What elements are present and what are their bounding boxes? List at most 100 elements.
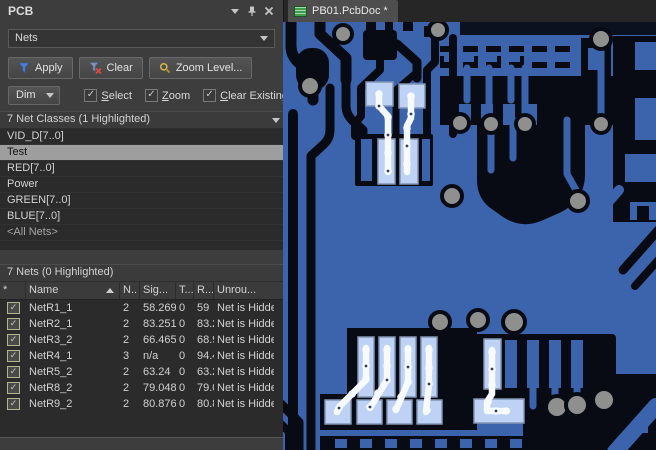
net-nodes: 2 bbox=[123, 334, 130, 346]
zoom-level-label: Zoom Level... bbox=[175, 62, 243, 74]
net-class-item[interactable]: Test bbox=[0, 145, 283, 161]
check-icon: ✓ bbox=[9, 318, 18, 328]
nets-table-header: * Name N.. Sig... T... R... Unrou... bbox=[0, 282, 283, 300]
net-nodes: 2 bbox=[123, 366, 130, 378]
net-t-count: 0 bbox=[179, 318, 186, 330]
chevron-down-icon bbox=[46, 93, 55, 98]
nets-header[interactable]: 7 Nets (0 Highlighted) bbox=[0, 264, 283, 282]
net-class-item[interactable]: BLUE[7..0] bbox=[0, 209, 283, 225]
panel-bottom-strip bbox=[0, 437, 283, 450]
apply-button[interactable]: Apply bbox=[8, 57, 73, 79]
option-checkbox[interactable]: ✓ Select bbox=[84, 89, 132, 102]
net-unrouted: Net is Hidden bbox=[217, 334, 274, 346]
apply-label: Apply bbox=[35, 62, 63, 74]
checkbox[interactable]: ✓ bbox=[84, 89, 98, 102]
table-row[interactable]: ✓ NetR1_1 2 58.269 0 59 Net is Hidden bbox=[0, 300, 283, 316]
option-checkbox[interactable]: ✓ Clear Existing bbox=[203, 89, 283, 102]
column-header-unrouted[interactable]: Unrou... bbox=[214, 282, 274, 299]
net-routed-length: 94.4 bbox=[197, 350, 214, 362]
net-checkbox[interactable]: ✓ bbox=[7, 302, 20, 314]
tab-label: PB01.PcbDoc * bbox=[312, 5, 388, 17]
net-unrouted: Net is Hidden bbox=[217, 398, 274, 410]
net-unrouted: Net is Hidden bbox=[217, 366, 274, 378]
panel-title: PCB bbox=[8, 4, 34, 18]
column-header-routed[interactable]: R... bbox=[194, 282, 214, 299]
option-label: Clear Existing bbox=[220, 89, 283, 102]
net-t-count: 0 bbox=[179, 302, 186, 314]
net-nodes: 3 bbox=[123, 350, 130, 362]
sort-ascending-icon bbox=[106, 288, 114, 293]
table-row[interactable]: ✓ NetR3_2 2 66.465 0 68.9 Net is Hidden bbox=[0, 332, 283, 348]
net-unrouted: Net is Hidden bbox=[217, 382, 274, 394]
net-class-item[interactable]: Power bbox=[0, 177, 283, 193]
column-header-star[interactable]: * bbox=[0, 282, 26, 299]
column-header-nodes[interactable]: N.. bbox=[120, 282, 140, 299]
pcb-panel: PCB Nets Apply Clear Zoom Level... Dim ✓… bbox=[0, 0, 283, 450]
column-header-t[interactable]: T... bbox=[176, 282, 194, 299]
net-class-item[interactable]: RED[7..0] bbox=[0, 161, 283, 177]
magnifier-icon bbox=[159, 62, 171, 74]
net-class-item[interactable]: VID_D[7..0] bbox=[0, 129, 283, 145]
check-icon: ✓ bbox=[147, 89, 156, 100]
net-nodes: 2 bbox=[123, 318, 130, 330]
dim-dropdown[interactable]: Dim bbox=[8, 86, 61, 105]
net-classes-header[interactable]: 7 Net Classes (1 Highlighted) bbox=[0, 111, 283, 129]
tab-pb01-pcbdoc[interactable]: PB01.PcbDoc * bbox=[288, 0, 398, 22]
table-row[interactable]: ✓ NetR8_2 2 79.048 0 79.0 Net is Hidden bbox=[0, 380, 283, 396]
dim-value: Dim bbox=[16, 89, 36, 101]
document-tab-bar: PB01.PcbDoc * bbox=[283, 0, 656, 22]
nets-header-label: 7 Nets (0 Highlighted) bbox=[7, 266, 114, 278]
net-checkbox[interactable]: ✓ bbox=[7, 398, 20, 410]
action-button-row: Apply Clear Zoom Level... bbox=[8, 57, 253, 79]
net-checkbox[interactable]: ✓ bbox=[7, 334, 20, 346]
net-checkbox[interactable]: ✓ bbox=[7, 382, 20, 394]
net-class-item[interactable]: GREEN[7..0] bbox=[0, 193, 283, 209]
checkbox[interactable]: ✓ bbox=[203, 89, 217, 102]
net-routed-length: 68.9 bbox=[197, 334, 214, 346]
apply-funnel-icon bbox=[18, 62, 30, 74]
table-row[interactable]: ✓ NetR2_1 2 83.251 0 83.2 Net is Hidden bbox=[0, 316, 283, 332]
check-icon: ✓ bbox=[9, 350, 18, 360]
net-classes-header-label: 7 Net Classes (1 Highlighted) bbox=[7, 113, 151, 125]
net-class-item[interactable]: <All Nets> bbox=[0, 225, 283, 241]
net-signal-length: 80.876 bbox=[143, 398, 176, 410]
net-signal-length: 66.465 bbox=[143, 334, 176, 346]
net-nodes: 2 bbox=[123, 302, 130, 314]
net-name: NetR3_2 bbox=[29, 334, 73, 346]
top-shadow-strip bbox=[460, 22, 656, 35]
net-checkbox[interactable]: ✓ bbox=[7, 350, 20, 362]
nets-table-body: ✓ NetR1_1 2 58.269 0 59 Net is Hidden ✓ … bbox=[0, 300, 283, 412]
option-checkbox[interactable]: ✓ Zoom bbox=[144, 89, 191, 102]
net-signal-length: n/a bbox=[143, 350, 159, 362]
net-unrouted: Net is Hidden bbox=[217, 350, 274, 362]
table-row[interactable]: ✓ NetR9_2 2 80.876 0 80.8 Net is Hidden bbox=[0, 396, 283, 412]
column-header-signal[interactable]: Sig... bbox=[140, 282, 176, 299]
table-row[interactable]: ✓ NetR5_2 2 63.24 0 63.2 Net is Hidden bbox=[0, 364, 283, 380]
chevron-down-icon bbox=[260, 36, 268, 41]
net-name: NetR5_2 bbox=[29, 366, 73, 378]
zoom-level-button[interactable]: Zoom Level... bbox=[148, 57, 253, 79]
net-class-list: VID_D[7..0] Test RED[7..0] Power GREEN[7..0]… bbox=[0, 129, 283, 250]
table-row[interactable]: ✓ NetR4_1 3 n/a 0 94.4 Net is Hidden bbox=[0, 348, 283, 364]
panel-menu-button[interactable] bbox=[226, 4, 243, 18]
net-signal-length: 58.269 bbox=[143, 302, 176, 314]
column-header-name[interactable]: Name bbox=[26, 282, 120, 299]
net-routed-length: 63.2 bbox=[197, 366, 214, 378]
net-nodes: 2 bbox=[123, 382, 130, 394]
clear-button[interactable]: Clear bbox=[78, 57, 143, 79]
net-checkbox[interactable]: ✓ bbox=[7, 318, 20, 330]
clear-funnel-icon bbox=[88, 62, 102, 74]
chevron-down-icon bbox=[272, 118, 280, 123]
view-mode-dropdown[interactable]: Nets bbox=[8, 29, 275, 48]
net-t-count: 0 bbox=[179, 334, 186, 346]
checkbox[interactable]: ✓ bbox=[144, 89, 158, 102]
net-routed-length: 80.8 bbox=[197, 398, 214, 410]
close-panel-button[interactable] bbox=[260, 4, 277, 18]
pin-panel-button[interactable] bbox=[243, 4, 260, 18]
pcb-editor-canvas[interactable] bbox=[283, 22, 656, 450]
option-label: Zoom bbox=[161, 89, 191, 102]
net-checkbox[interactable]: ✓ bbox=[7, 366, 20, 378]
pin-icon bbox=[248, 6, 255, 16]
check-icon: ✓ bbox=[9, 334, 18, 344]
close-icon bbox=[264, 6, 273, 16]
